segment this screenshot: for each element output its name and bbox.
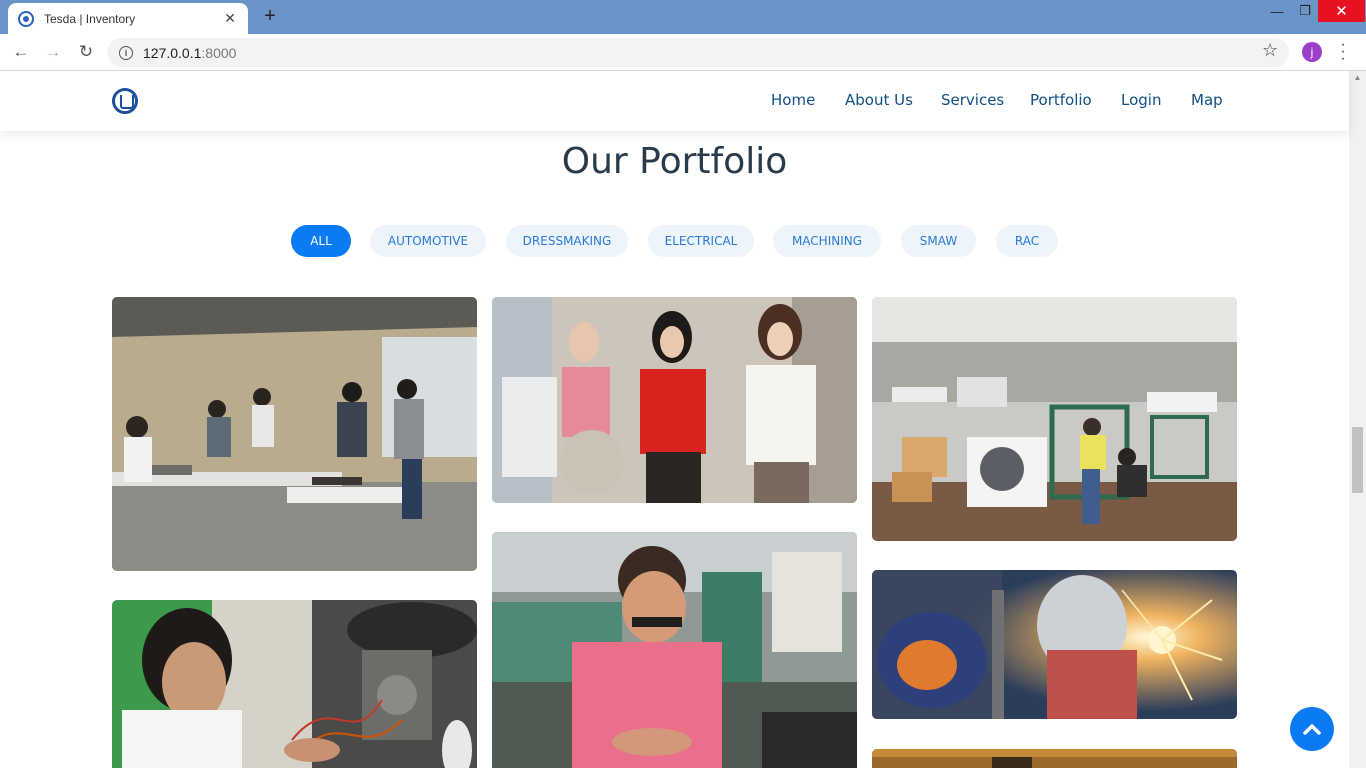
portfolio-photo-partial[interactable] bbox=[872, 749, 1237, 768]
tab-title: Tesda | Inventory bbox=[44, 11, 136, 26]
portfolio-photo-rac-laboratory[interactable] bbox=[872, 297, 1237, 541]
browser-menu-icon[interactable]: · · · bbox=[1336, 37, 1350, 67]
nav-login[interactable]: Login bbox=[1121, 91, 1161, 109]
portfolio-photo-smaw-welding[interactable] bbox=[872, 570, 1237, 719]
portfolio-photo-automotive-engine[interactable] bbox=[112, 600, 477, 768]
filter-dressmaking[interactable]: DRESSMAKING bbox=[506, 225, 628, 257]
browser-tab[interactable]: Tesda | Inventory ✕ bbox=[8, 3, 248, 34]
portfolio-photo-dressmaking-mannequins[interactable] bbox=[492, 297, 857, 503]
main-nav: Home About Us Services Portfolio Login M… bbox=[0, 71, 1349, 131]
browser-titlebar: Tesda | Inventory ✕ + — ❐ ✕ bbox=[0, 0, 1366, 34]
nav-services[interactable]: Services bbox=[941, 91, 1004, 109]
back-arrow-icon[interactable]: ← bbox=[10, 41, 32, 63]
portfolio-photo-machining-lathe[interactable] bbox=[492, 532, 857, 768]
chevron-up-icon bbox=[1303, 724, 1321, 735]
filter-all[interactable]: ALL bbox=[291, 225, 351, 257]
nav-about-us[interactable]: About Us bbox=[845, 91, 913, 109]
site-header: Home About Us Services Portfolio Login M… bbox=[0, 71, 1349, 131]
reload-icon[interactable]: ↻ bbox=[75, 41, 97, 63]
tesda-favicon-icon bbox=[18, 10, 34, 27]
maximize-button[interactable]: ❐ bbox=[1292, 0, 1318, 22]
nav-portfolio[interactable]: Portfolio bbox=[1030, 91, 1092, 109]
minimize-button[interactable]: — bbox=[1262, 0, 1292, 22]
close-window-button[interactable]: ✕ bbox=[1318, 0, 1365, 22]
page-scrollbar[interactable]: ▲ bbox=[1349, 71, 1366, 768]
address-bar[interactable]: i 127.0.0.1 :8000 bbox=[107, 38, 1289, 67]
bookmark-star-icon[interactable]: ☆ bbox=[1262, 40, 1278, 61]
url-host: 127.0.0.1 bbox=[143, 44, 202, 61]
url-port: :8000 bbox=[201, 44, 237, 61]
browser-toolbar: ← → ↻ i 127.0.0.1 :8000 bbox=[0, 34, 1366, 71]
scrollbar-thumb[interactable] bbox=[1352, 427, 1363, 493]
profile-avatar[interactable]: j bbox=[1302, 42, 1322, 62]
back-to-top-button[interactable] bbox=[1290, 707, 1334, 751]
portfolio-title: Our Portfolio bbox=[561, 141, 788, 182]
filter-machining[interactable]: MACHINING bbox=[773, 225, 881, 257]
forward-arrow-icon[interactable]: → bbox=[42, 41, 64, 63]
site-info-icon[interactable]: i bbox=[119, 45, 133, 60]
portfolio-photo-electrical-workshop[interactable] bbox=[112, 297, 477, 571]
new-tab-button[interactable]: + bbox=[258, 5, 282, 28]
filter-automotive[interactable]: AUTOMOTIVE bbox=[370, 225, 486, 257]
nav-map[interactable]: Map bbox=[1191, 91, 1223, 109]
filter-smaw[interactable]: SMAW bbox=[901, 225, 976, 257]
tab-close-icon[interactable]: ✕ bbox=[222, 10, 238, 27]
filter-electrical[interactable]: ELECTRICAL bbox=[648, 225, 754, 257]
page-viewport: Home About Us Services Portfolio Login M… bbox=[0, 71, 1366, 768]
nav-home[interactable]: Home bbox=[771, 91, 815, 109]
scroll-up-arrow-icon[interactable]: ▲ bbox=[1349, 71, 1366, 85]
filter-rac[interactable]: RAC bbox=[996, 225, 1058, 257]
